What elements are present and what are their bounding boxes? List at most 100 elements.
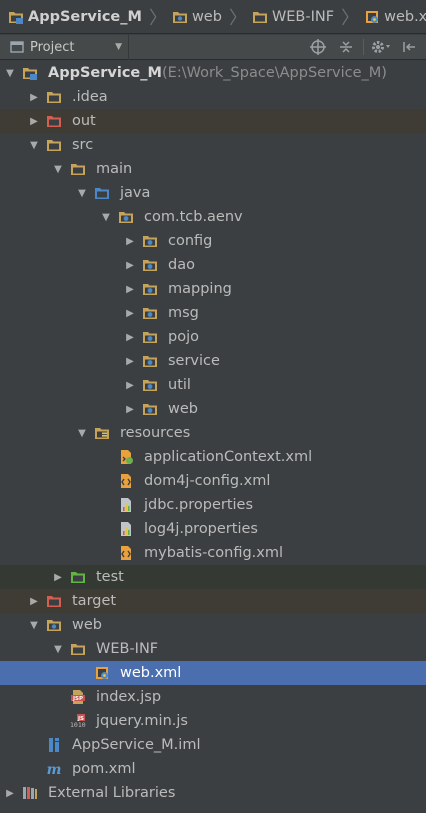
expanded-arrow-icon[interactable]: ▼ xyxy=(52,644,64,655)
xml-file-icon xyxy=(118,473,134,489)
svg-text:m: m xyxy=(47,762,62,777)
tree-node-label: src xyxy=(72,137,94,153)
spring-xml-file-icon xyxy=(118,449,134,465)
collapsed-arrow-icon[interactable]: ▶ xyxy=(124,308,136,319)
breadcrumb-item[interactable]: AppService_M xyxy=(6,0,146,33)
tree-node[interactable]: jdbc.properties xyxy=(0,493,426,517)
expanded-arrow-icon[interactable]: ▼ xyxy=(52,164,64,175)
collapsed-arrow-icon[interactable]: ▶ xyxy=(124,356,136,367)
gear-icon[interactable] xyxy=(370,36,392,58)
tree-node[interactable]: ▼ web xyxy=(0,613,426,637)
tree-node[interactable]: ▶ target xyxy=(0,589,426,613)
tree-node[interactable]: m pom.xml xyxy=(0,757,426,781)
collapsed-arrow-icon[interactable]: ▶ xyxy=(124,236,136,247)
libraries-icon xyxy=(22,785,38,801)
tree-node[interactable]: ▼ resources xyxy=(0,421,426,445)
project-toolbar: Project ▼ xyxy=(0,34,426,60)
breadcrumb-label: WEB-INF xyxy=(271,8,335,25)
tree-node-label: mapping xyxy=(168,281,232,297)
tree-node[interactable]: ▼ src xyxy=(0,133,426,157)
tree-node[interactable]: ▼ com.tcb.aenv xyxy=(0,205,426,229)
project-view-dropdown[interactable]: Project ▼ xyxy=(0,34,129,60)
web-xml-icon xyxy=(94,665,110,681)
collapsed-arrow-icon[interactable]: ▶ xyxy=(28,116,40,127)
package-icon xyxy=(142,329,158,345)
breadcrumb-item[interactable]: web.xml xyxy=(362,0,426,33)
package-icon xyxy=(118,209,134,225)
excluded-folder-icon xyxy=(46,593,62,609)
collapsed-arrow-icon[interactable]: ▶ xyxy=(28,596,40,607)
collapsed-arrow-icon[interactable]: ▶ xyxy=(52,572,64,583)
tree-node[interactable]: ▶ test xyxy=(0,565,426,589)
collapsed-arrow-icon[interactable]: ▶ xyxy=(124,332,136,343)
chevron-right-icon: 〉 xyxy=(228,7,247,29)
package-icon xyxy=(142,353,158,369)
jsp-file-icon: JSP xyxy=(70,689,86,705)
tree-node[interactable]: ▶ dao xyxy=(0,253,426,277)
project-icon xyxy=(10,41,24,53)
tree-node[interactable]: ▼ AppService_M (E:\Work_Space\AppService_M… xyxy=(0,61,426,85)
tree-node-label: service xyxy=(168,353,220,369)
tree-node-label: target xyxy=(72,593,117,609)
collapsed-arrow-icon[interactable]: ▶ xyxy=(124,404,136,415)
tree-node[interactable]: ▶ msg xyxy=(0,301,426,325)
tree-node-label: java xyxy=(120,185,151,201)
breadcrumb-label: AppService_M xyxy=(28,8,142,25)
collapsed-arrow-icon[interactable]: ▶ xyxy=(124,260,136,271)
tree-node[interactable]: web.xml xyxy=(0,661,426,685)
tree-node[interactable]: ▶ .idea xyxy=(0,85,426,109)
tree-node[interactable]: ▼ WEB-INF xyxy=(0,637,426,661)
collapse-all-icon[interactable] xyxy=(335,36,357,58)
breadcrumb-label: web.xml xyxy=(384,8,426,25)
hide-panel-icon[interactable] xyxy=(398,36,420,58)
tree-node[interactable]: ▼ java xyxy=(0,181,426,205)
collapsed-arrow-icon[interactable]: ▶ xyxy=(28,92,40,103)
tree-node-label: External Libraries xyxy=(48,785,176,801)
expanded-arrow-icon[interactable]: ▼ xyxy=(76,428,88,439)
tree-node[interactable]: ▼ main xyxy=(0,157,426,181)
expanded-arrow-icon[interactable]: ▼ xyxy=(28,620,40,631)
folder-icon xyxy=(70,161,86,177)
tree-node-label: pom.xml xyxy=(72,761,136,777)
tree-node[interactable]: JSP index.jsp xyxy=(0,685,426,709)
tree-node[interactable]: applicationContext.xml xyxy=(0,445,426,469)
js-file-icon: 1010 JS xyxy=(70,713,86,729)
collapsed-arrow-icon[interactable]: ▶ xyxy=(124,284,136,295)
tree-node-label: util xyxy=(168,377,191,393)
scroll-from-source-icon[interactable] xyxy=(307,36,329,58)
breadcrumb: AppService_M 〉 web 〉 WEB-INF 〉 web.xml xyxy=(0,0,426,34)
tree-node[interactable]: mybatis-config.xml xyxy=(0,541,426,565)
expanded-arrow-icon[interactable]: ▼ xyxy=(100,212,112,223)
web-folder-icon xyxy=(46,617,62,633)
tree-node-label: com.tcb.aenv xyxy=(144,209,243,225)
expanded-arrow-icon[interactable]: ▼ xyxy=(4,68,16,79)
tree-node[interactable]: ▶ out xyxy=(0,109,426,133)
breadcrumb-item[interactable]: web xyxy=(170,0,226,33)
package-icon xyxy=(142,401,158,417)
tree-node-label: msg xyxy=(168,305,199,321)
tree-node[interactable]: ▶ service xyxy=(0,349,426,373)
tree-node[interactable]: 1010 JS jquery.min.js xyxy=(0,709,426,733)
tree-node[interactable]: ▶ util xyxy=(0,373,426,397)
tree-node[interactable]: ▶ web xyxy=(0,397,426,421)
tree-node-label: out xyxy=(72,113,96,129)
module-folder-icon xyxy=(22,65,38,81)
tree-node[interactable]: dom4j-config.xml xyxy=(0,469,426,493)
tree-node[interactable]: log4j.properties xyxy=(0,517,426,541)
svg-text:1010: 1010 xyxy=(70,721,86,729)
breadcrumb-item[interactable]: WEB-INF xyxy=(250,0,338,33)
tree-node[interactable]: AppService_M.iml xyxy=(0,733,426,757)
collapsed-arrow-icon[interactable]: ▶ xyxy=(4,788,16,799)
module-path-note: (E:\Work_Space\AppService_M) xyxy=(162,65,387,81)
tree-node[interactable]: ▶ External Libraries xyxy=(0,781,426,805)
tree-node-label: jdbc.properties xyxy=(144,497,254,513)
expanded-arrow-icon[interactable]: ▼ xyxy=(76,188,88,199)
expanded-arrow-icon[interactable]: ▼ xyxy=(28,140,40,151)
tree-node[interactable]: ▶ config xyxy=(0,229,426,253)
tree-node[interactable]: ▶ mapping xyxy=(0,277,426,301)
tree-node[interactable]: ▶ pojo xyxy=(0,325,426,349)
folder-icon xyxy=(46,89,62,105)
collapsed-arrow-icon[interactable]: ▶ xyxy=(124,380,136,391)
excluded-folder-icon xyxy=(46,113,62,129)
source-folder-icon xyxy=(94,185,110,201)
